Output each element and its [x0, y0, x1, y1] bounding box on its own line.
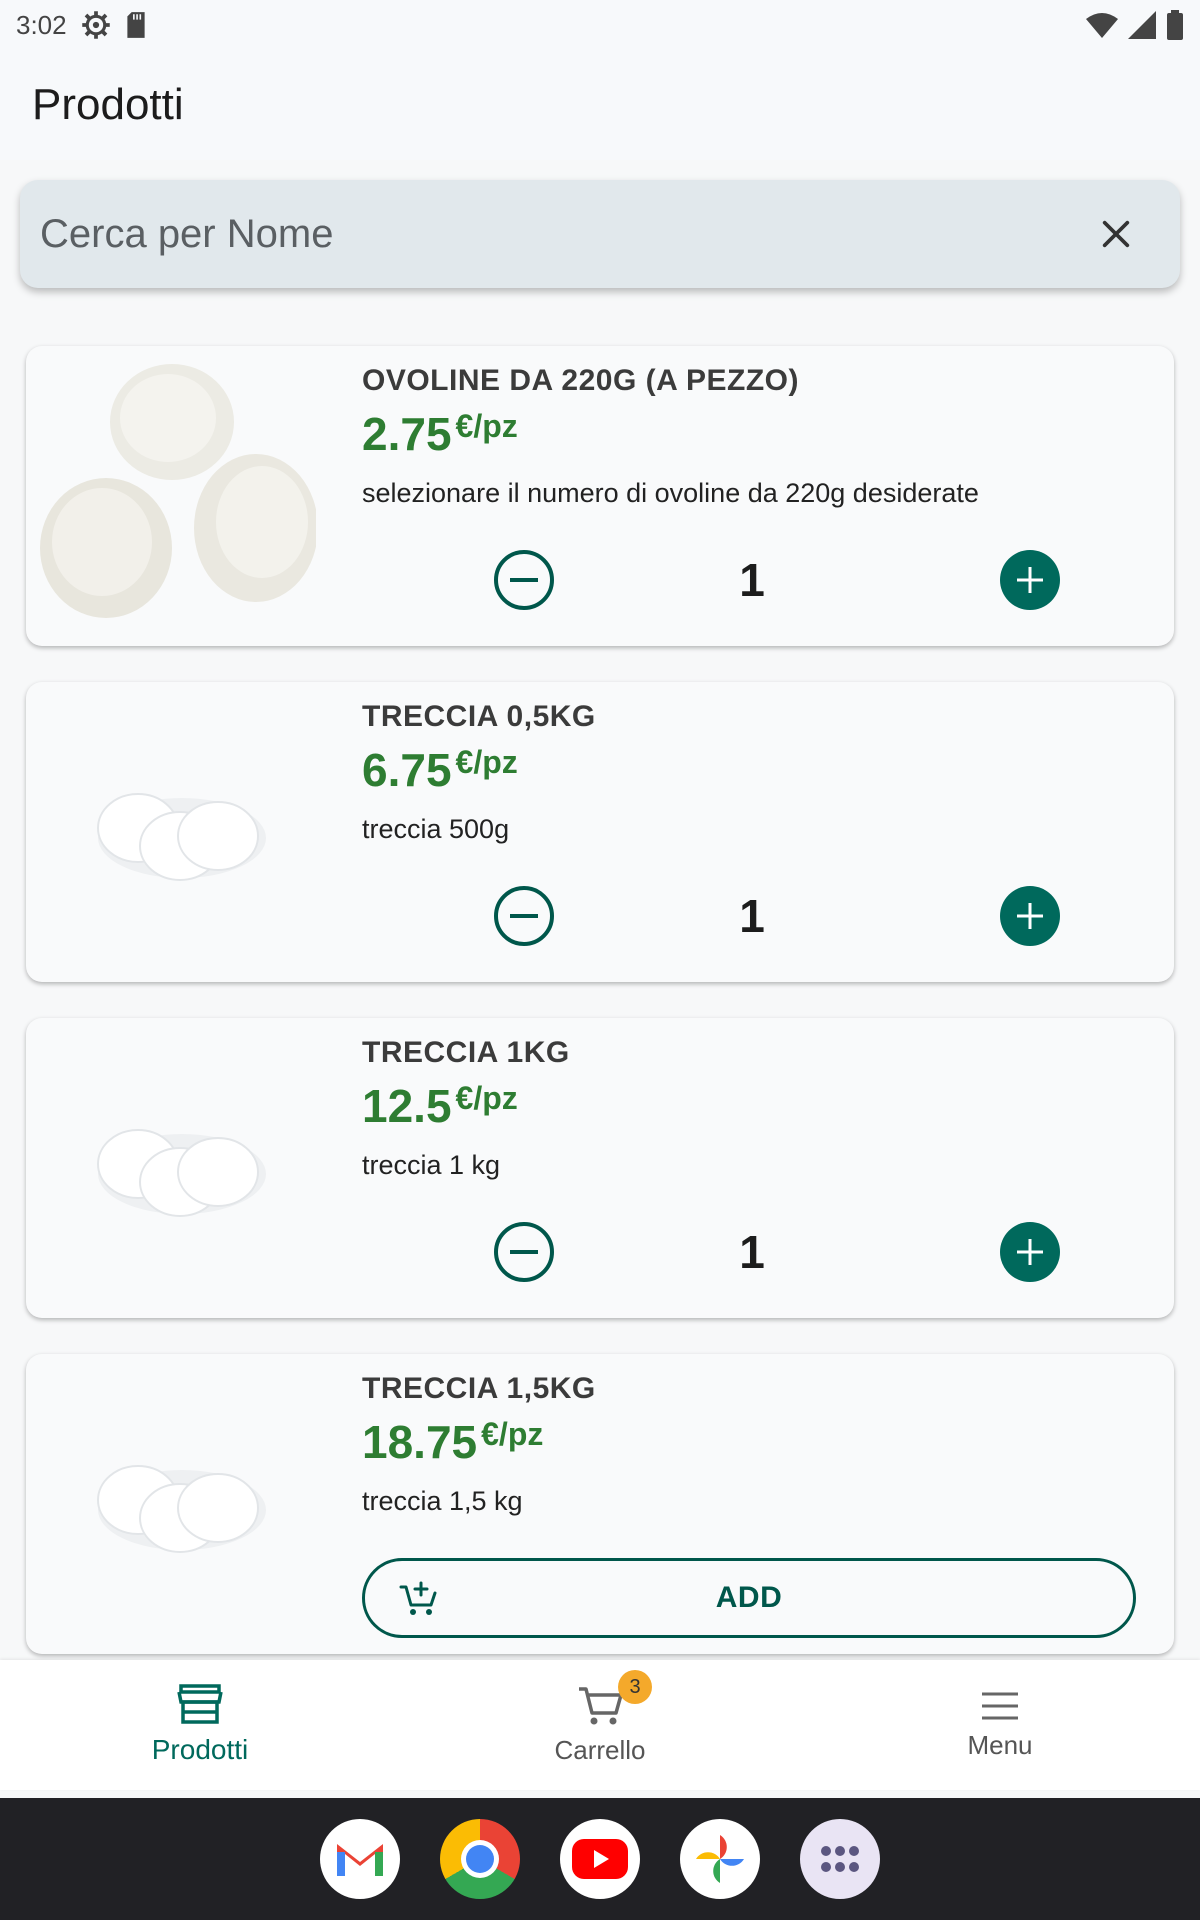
minus-icon [510, 578, 538, 582]
chrome-icon[interactable] [440, 1819, 520, 1899]
quantity-value: 1 [739, 890, 765, 942]
product-price: 2.75 €/pz [362, 406, 518, 462]
product-card: OVOLINE DA 220G (A PEZZO) 2.75 €/pz sele… [26, 346, 1174, 646]
app-bar: Prodotti [0, 50, 1200, 160]
product-image-ovoline [40, 360, 318, 632]
product-image-treccia [40, 1368, 316, 1640]
apps-grid-icon[interactable] [800, 1819, 880, 1899]
nav-item-carrello[interactable]: 3 Carrello [400, 1660, 800, 1790]
search-bar [20, 180, 1180, 288]
wifi-icon [1086, 12, 1118, 38]
product-price: 12.5 €/pz [362, 1078, 518, 1134]
cart-icon [579, 1686, 623, 1724]
bottom-navigation: Prodotti 3 Carrello Menu [0, 1660, 1200, 1790]
product-name: OVOLINE DA 220G (A PEZZO) [362, 364, 799, 397]
decrease-quantity-button[interactable] [494, 550, 554, 610]
system-dock [0, 1798, 1200, 1920]
nav-item-menu[interactable]: Menu [800, 1660, 1200, 1790]
nav-item-prodotti[interactable]: Prodotti [0, 1660, 400, 1790]
youtube-icon[interactable] [560, 1819, 640, 1899]
cart-count-badge: 3 [618, 1670, 652, 1704]
product-card: TRECCIA 0,5KG 6.75 €/pz treccia 500g 1 [26, 682, 1174, 982]
price-unit: €/pz [481, 1416, 544, 1452]
photos-icon[interactable] [680, 1819, 760, 1899]
status-bar: 3:02 [0, 0, 1200, 50]
nav-label: Prodotti [151, 1734, 249, 1765]
minus-icon [510, 1250, 538, 1254]
increase-quantity-button[interactable] [1000, 886, 1060, 946]
add-button-label: ADD [715, 1581, 783, 1614]
page-title: Prodotti [32, 80, 184, 129]
clock: 3:02 [16, 9, 67, 40]
price-unit: €/pz [455, 744, 518, 780]
gmail-icon[interactable] [320, 1819, 400, 1899]
product-name: TRECCIA 0,5KG [362, 700, 596, 733]
product-name: TRECCIA 1,5KG [362, 1372, 596, 1405]
plus-icon [1017, 903, 1043, 929]
product-description: selezionare il numero di ovoline da 220g… [362, 478, 979, 508]
store-icon [177, 1684, 223, 1724]
price-unit: €/pz [455, 1080, 518, 1116]
nav-label: Menu [967, 1729, 1033, 1760]
quantity-stepper: 1 [362, 886, 1174, 950]
battery-icon [1166, 10, 1184, 40]
quantity-value: 1 [739, 554, 765, 606]
plus-icon [1017, 1239, 1043, 1265]
product-name: TRECCIA 1KG [362, 1036, 570, 1069]
quantity-stepper: 1 [362, 550, 1174, 614]
decrease-quantity-button[interactable] [494, 1222, 554, 1282]
nav-label: Carrello [554, 1734, 646, 1765]
clear-search-button[interactable] [1084, 202, 1148, 266]
hamburger-icon [982, 1692, 1018, 1719]
quantity-value: 1 [739, 1226, 765, 1278]
add-to-cart-icon [399, 1581, 437, 1615]
plus-icon [1017, 567, 1043, 593]
price-value: 2.75 [362, 408, 452, 460]
product-description: treccia 500g [362, 814, 510, 844]
close-icon [1102, 220, 1130, 248]
product-image-treccia [40, 1032, 316, 1304]
increase-quantity-button[interactable] [1000, 1222, 1060, 1282]
quantity-stepper: 1 [362, 1222, 1174, 1286]
product-image-treccia [40, 696, 316, 968]
product-price: 6.75 €/pz [362, 742, 518, 798]
add-to-cart-button[interactable]: ADD [362, 1558, 1136, 1638]
cell-signal-icon [1128, 11, 1156, 39]
search-input[interactable] [40, 211, 1084, 257]
product-card: TRECCIA 1,5KG 18.75 €/pz treccia 1,5 kg … [26, 1354, 1174, 1654]
increase-quantity-button[interactable] [1000, 550, 1060, 610]
price-value: 6.75 [362, 744, 452, 796]
product-card: TRECCIA 1KG 12.5 €/pz treccia 1 kg 1 [26, 1018, 1174, 1318]
minus-icon [510, 914, 538, 918]
product-price: 18.75 €/pz [362, 1414, 543, 1470]
product-description: treccia 1 kg [362, 1150, 501, 1180]
settings-gear-icon [81, 10, 111, 40]
decrease-quantity-button[interactable] [494, 886, 554, 946]
price-unit: €/pz [455, 408, 518, 444]
product-description: treccia 1,5 kg [362, 1486, 523, 1516]
sd-card-icon [125, 11, 147, 39]
price-value: 18.75 [362, 1416, 478, 1468]
price-value: 12.5 [362, 1080, 452, 1132]
